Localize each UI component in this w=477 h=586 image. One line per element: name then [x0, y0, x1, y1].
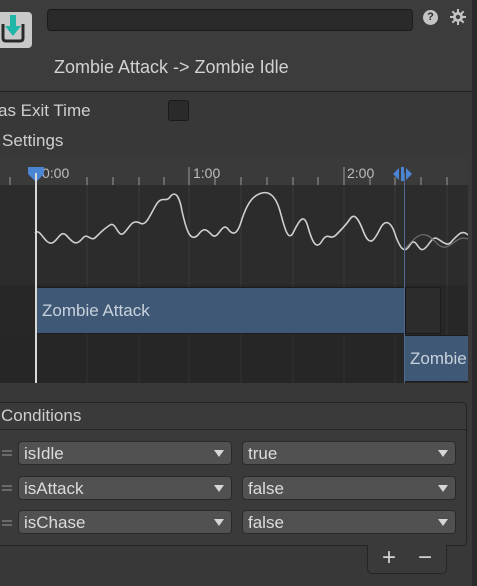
condition-parameter-value: isChase	[24, 513, 86, 532]
animator-transition-icon	[0, 12, 32, 48]
chevron-down-icon	[214, 519, 224, 526]
curve-preview	[0, 185, 468, 285]
conditions-title: Conditions	[1, 406, 82, 425]
remove-condition-button[interactable]: −	[414, 546, 436, 570]
ruler-label-1: 1:00	[193, 165, 221, 181]
gear-icon[interactable]	[450, 9, 466, 25]
transition-timeline[interactable]: 0:00 1:00 2:00 Zombie Attack Zombie	[0, 157, 468, 383]
chevron-down-icon	[214, 485, 224, 492]
transition-end-marker-icon[interactable]	[389, 165, 417, 183]
transition-end-line	[404, 173, 405, 383]
condition-parameter-value: isAttack	[24, 479, 84, 498]
transition-title: Zombie Attack -> Zombie Idle	[54, 57, 289, 77]
condition-value-text: false	[248, 513, 284, 532]
help-icon[interactable]: ?	[423, 10, 438, 25]
has-exit-time-label: as Exit Time	[0, 101, 91, 120]
has-exit-time-checkbox[interactable]	[168, 100, 189, 121]
condition-value-dropdown[interactable]: true	[242, 441, 456, 465]
condition-parameter-dropdown[interactable]: isIdle	[18, 441, 232, 465]
timeline-ruler[interactable]: 0:00 1:00 2:00	[0, 157, 468, 185]
condition-value-text: true	[248, 444, 278, 463]
chevron-down-icon	[438, 450, 448, 457]
transition-name-field[interactable]	[47, 9, 413, 31]
chevron-down-icon	[438, 519, 448, 526]
playhead-line[interactable]	[35, 173, 37, 383]
source-clip-label: Zombie Attack	[42, 301, 150, 320]
condition-parameter-dropdown[interactable]: isChase	[18, 510, 232, 534]
condition-parameter-dropdown[interactable]: isAttack	[18, 476, 232, 500]
target-clip-label: Zombie Idle	[410, 349, 468, 368]
condition-parameter-value: isIdle	[24, 444, 64, 463]
condition-value-dropdown[interactable]: false	[242, 476, 456, 500]
settings-foldout[interactable]: Settings	[2, 131, 63, 151]
add-condition-button[interactable]: +	[378, 546, 400, 570]
condition-value-dropdown[interactable]: false	[242, 510, 456, 534]
condition-drag-handle[interactable]	[2, 450, 12, 456]
condition-drag-handle[interactable]	[2, 485, 12, 491]
ruler-label-2: 2:00	[347, 165, 375, 181]
source-clip-tail	[405, 287, 441, 334]
chevron-down-icon	[438, 485, 448, 492]
condition-drag-handle[interactable]	[2, 520, 12, 526]
window-edge	[472, 0, 477, 586]
condition-value-text: false	[248, 479, 284, 498]
chevron-down-icon	[214, 450, 224, 457]
ruler-label-0: 0:00	[42, 165, 70, 181]
